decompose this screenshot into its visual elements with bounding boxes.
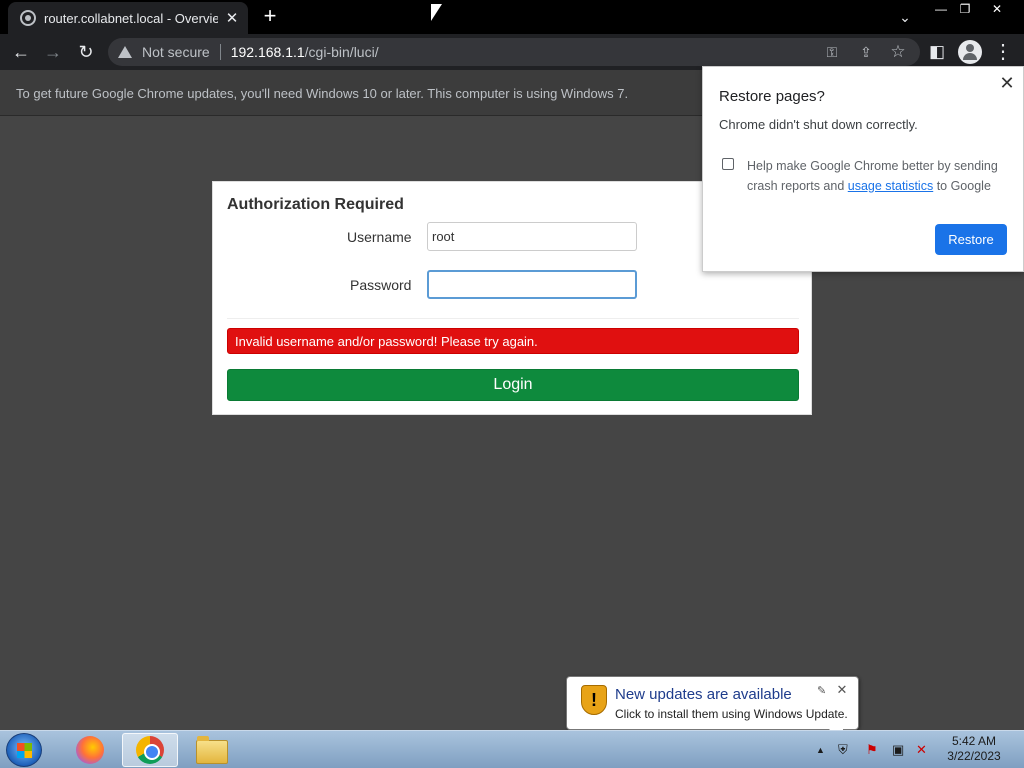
address-bar[interactable]: Not secure 192.168.1.1 /cgi-bin/luci/ ⚿ … (108, 38, 920, 66)
form-divider (227, 318, 799, 319)
mouse-cursor-icon (431, 4, 442, 21)
taskbar: ▲ ⛨ ⚑ ▣ ✕ 5:42 AM 3/22/2023 (0, 730, 1024, 768)
taskbar-firefox[interactable] (62, 733, 118, 767)
url-path: /cgi-bin/luci/ (304, 44, 379, 60)
back-icon[interactable]: ← (8, 39, 34, 65)
restore-window-button[interactable]: ❐ (952, 0, 978, 18)
close-icon[interactable]: ✕ (997, 73, 1017, 93)
system-clock[interactable]: 5:42 AM 3/22/2023 (940, 734, 1008, 764)
crash-reports-text-post: to Google (933, 179, 991, 193)
key-icon[interactable]: ⚿ (820, 38, 844, 66)
security-label[interactable]: Not secure (142, 44, 210, 60)
pin-icon[interactable]: ✎ (817, 684, 826, 697)
url-host: 192.168.1.1 (230, 44, 305, 60)
password-field[interactable] (427, 270, 637, 299)
browser-toolbar: ← → ↻ Not secure 192.168.1.1 /cgi-bin/lu… (0, 34, 1024, 70)
chrome-icon (136, 736, 164, 764)
firefox-icon (76, 736, 104, 764)
restore-message: Chrome didn't shut down correctly. (719, 117, 918, 132)
network-icon[interactable]: ▣ (892, 742, 904, 758)
infobar-text: To get future Google Chrome updates, you… (16, 86, 629, 101)
start-button[interactable] (6, 733, 42, 767)
new-tab-button[interactable]: + (258, 4, 282, 28)
omnibox-divider (219, 44, 221, 60)
router-favicon-icon (20, 10, 36, 26)
balloon-close-icon[interactable]: ✕ (835, 682, 849, 698)
close-window-button[interactable]: ✕ (984, 0, 1010, 18)
action-center-icon[interactable]: ⚑ (866, 742, 878, 758)
tray-expand-icon[interactable]: ▲ (816, 745, 825, 755)
warning-icon (118, 46, 132, 58)
update-notification-balloon[interactable]: ! New updates are available Click to ins… (566, 676, 859, 743)
browser-tab[interactable]: router.collabnet.local - Overview ✕ (8, 2, 248, 34)
volume-muted-icon[interactable]: ✕ (916, 742, 927, 758)
restore-title: Restore pages? (719, 88, 825, 105)
profile-avatar-icon[interactable] (958, 40, 982, 64)
tab-search-icon[interactable]: ⌄ (894, 6, 916, 28)
crash-reports-text: Help make Google Chrome better by sendin… (747, 156, 1003, 196)
balloon-title: New updates are available (615, 686, 792, 703)
tab-strip: router.collabnet.local - Overview ✕ + ⌄ … (0, 0, 1024, 34)
error-message: Invalid username and/or password! Please… (227, 328, 799, 354)
tab-close-icon[interactable]: ✕ (224, 9, 240, 27)
login-button[interactable]: Login (227, 369, 799, 401)
menu-kebab-icon[interactable]: ⋮ (990, 39, 1016, 65)
username-label: Username (347, 229, 412, 245)
side-panel-icon[interactable]: ◧ (924, 39, 950, 65)
folder-icon (196, 736, 228, 764)
crash-reports-checkbox[interactable] (722, 158, 734, 170)
usage-statistics-link[interactable]: usage statistics (848, 179, 933, 193)
share-icon[interactable]: ⇪ (854, 38, 878, 66)
tab-title: router.collabnet.local - Overview (44, 10, 218, 26)
clock-time: 5:42 AM (951, 734, 997, 748)
balloon-subtitle: Click to install them using Windows Upda… (615, 707, 848, 721)
warning-shield-icon: ! (581, 685, 607, 715)
password-label: Password (350, 277, 412, 293)
taskbar-chrome[interactable] (122, 733, 178, 767)
reload-icon[interactable]: ↻ (73, 39, 99, 65)
windows-update-tray-icon[interactable]: ⛨ (838, 742, 848, 758)
forward-icon[interactable]: → (40, 39, 66, 65)
restore-pages-popup: Restore pages? ✕ Chrome didn't shut down… (702, 66, 1024, 272)
username-field[interactable] (427, 222, 637, 251)
bookmark-star-icon[interactable]: ☆ (886, 38, 910, 66)
clock-date: 3/22/2023 (947, 749, 1001, 763)
taskbar-explorer[interactable] (184, 733, 240, 767)
minimize-button[interactable]: — (928, 0, 954, 18)
windows-logo-icon (17, 743, 32, 758)
page-title: Authorization Required (227, 196, 404, 213)
restore-button[interactable]: Restore (935, 224, 1007, 255)
